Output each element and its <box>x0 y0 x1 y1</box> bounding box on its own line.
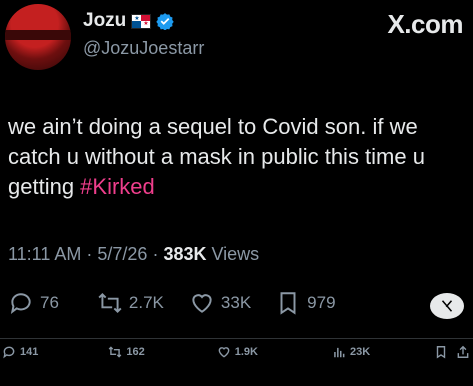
quote-action-bar: 141 162 1.9K 23K <box>0 345 473 359</box>
reply-icon <box>10 293 31 314</box>
site-brand: X.com <box>387 9 463 39</box>
like-count: 33K <box>220 293 252 312</box>
views-bar-icon <box>334 347 345 358</box>
share-icon <box>457 345 469 358</box>
verified-badge-icon <box>156 13 174 30</box>
divider <box>0 338 473 339</box>
panama-flag-icon: ★ ★ <box>131 13 152 29</box>
action-bar: 76 2.7K 33K 979 <box>8 290 473 316</box>
tweet-text: we ain’t doing a sequel to Covid son. if… <box>8 112 470 202</box>
bookmark-button-small[interactable] <box>434 345 448 359</box>
avatar[interactable] <box>5 4 71 70</box>
heart-icon <box>218 347 230 358</box>
repost-button[interactable]: 2.7K <box>97 290 164 316</box>
bookmark-icon <box>436 346 446 359</box>
like-count-small: 1.9K <box>234 346 258 358</box>
reply-icon <box>3 346 15 359</box>
views-count: 383K <box>163 244 207 264</box>
bookmark-count: 979 <box>307 293 336 312</box>
bookmark-icon <box>280 292 296 315</box>
author-handle[interactable]: @JozuJoestarr <box>83 38 204 59</box>
grok-icon <box>441 300 453 312</box>
tweet-time[interactable]: 11:11 AM <box>8 244 81 265</box>
meta-separator: · <box>152 244 159 264</box>
reply-count-small: 141 <box>20 346 39 358</box>
bookmark-button[interactable]: 979 <box>275 290 336 316</box>
views-label: Views <box>211 244 260 264</box>
tweet-date[interactable]: 5/7/26 <box>97 244 147 265</box>
author-row: Jozu ★ ★ <box>83 10 174 32</box>
grok-button[interactable] <box>430 293 464 319</box>
reply-button-small[interactable]: 141 <box>2 345 38 359</box>
repost-icon <box>98 292 122 314</box>
repost-icon <box>109 346 122 358</box>
repost-count-small: 162 <box>126 346 145 358</box>
like-button-small[interactable]: 1.9K <box>217 345 258 359</box>
meta-separator: · <box>86 244 93 264</box>
like-button[interactable]: 33K <box>189 290 251 316</box>
tweet-body: we ain’t doing a sequel to Covid son. if… <box>8 114 425 199</box>
tweet-meta: 11:11 AM · 5/7/26 · 383K Views <box>8 244 259 265</box>
reply-button[interactable]: 76 <box>8 290 59 316</box>
heart-icon <box>192 294 212 313</box>
views-count-small: 23K <box>349 346 371 358</box>
author-name[interactable]: Jozu <box>83 10 126 32</box>
hashtag-link[interactable]: #Kirked <box>80 174 155 199</box>
share-button-small[interactable] <box>456 345 470 359</box>
views-button-small[interactable]: 23K <box>332 345 370 359</box>
reply-count: 76 <box>40 293 59 312</box>
repost-button-small[interactable]: 162 <box>108 345 145 359</box>
repost-count: 2.7K <box>128 293 164 312</box>
